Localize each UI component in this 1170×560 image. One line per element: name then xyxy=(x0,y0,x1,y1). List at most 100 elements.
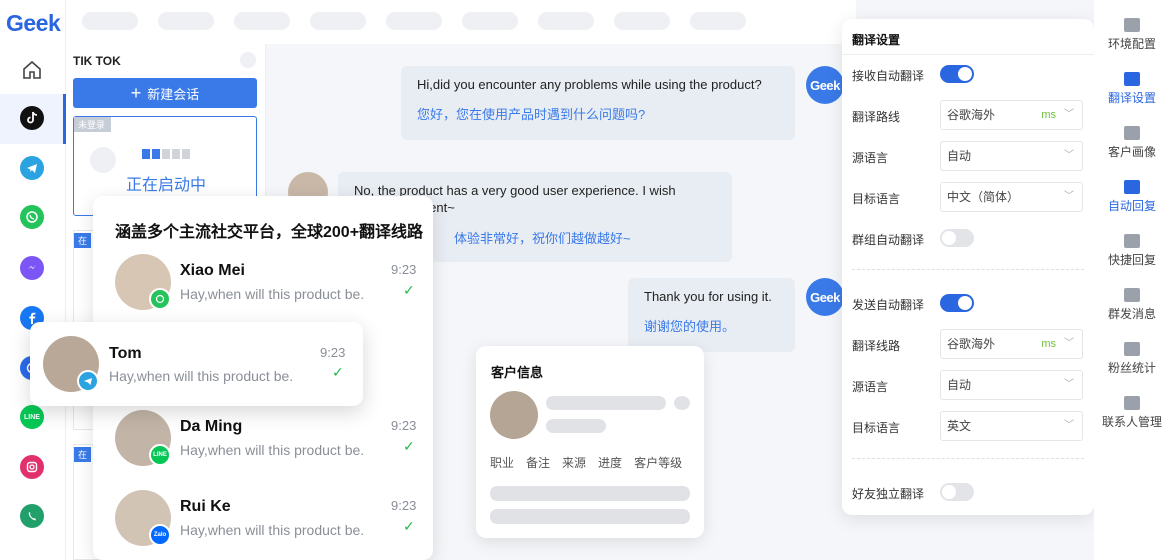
tgt2-value: 英文 xyxy=(947,419,972,433)
stats-icon xyxy=(1124,342,1140,356)
divider xyxy=(852,269,1084,270)
rail-translate-settings[interactable]: 翻译设置 xyxy=(1094,72,1170,106)
route2-select[interactable]: 谷歌海外 ms ﹀ xyxy=(940,329,1083,359)
telegram-icon[interactable] xyxy=(20,156,44,180)
instagram-icon[interactable] xyxy=(20,455,44,479)
rail-broadcast[interactable]: 群发消息 xyxy=(1094,288,1170,322)
online-tag: 在 xyxy=(74,233,92,248)
skeleton-line xyxy=(490,486,690,501)
customer-info-card: 客户信息 职业 备注 来源 进度 客户等级 xyxy=(476,346,704,538)
top-tab-placeholder[interactable] xyxy=(234,12,290,30)
contacts-icon xyxy=(1124,396,1140,410)
field-progress[interactable]: 进度 xyxy=(598,454,622,471)
route1-select[interactable]: 谷歌海外 ms ﹀ xyxy=(940,100,1083,130)
read-check-icon: ✓ xyxy=(403,282,415,298)
session-platform-title: TIK TOK xyxy=(73,54,121,68)
tgt1-select[interactable]: 中文（简体） ﹀ xyxy=(940,182,1083,212)
latency-ms: ms xyxy=(1041,109,1056,121)
tgt1-label: 目标语言 xyxy=(852,192,901,206)
top-tab-placeholder[interactable] xyxy=(386,12,442,30)
src2-select[interactable]: 自动 ﹀ xyxy=(940,370,1083,400)
contact-time: 9:23 xyxy=(391,498,417,513)
outgoing-message: Thank you for using it. 谢谢您的使用。 xyxy=(628,278,795,352)
route1-label: 翻译路线 xyxy=(852,110,901,124)
top-tab-placeholder[interactable] xyxy=(690,12,746,30)
contact-time: 9:23 xyxy=(320,345,346,360)
friend-indep-toggle[interactable] xyxy=(940,483,974,501)
line-icon[interactable]: LINE xyxy=(20,405,44,429)
whatsapp-icon[interactable] xyxy=(20,205,44,229)
contact-last-message: Hay,when will this product be. xyxy=(180,522,365,538)
field-occupation[interactable]: 职业 xyxy=(490,454,514,471)
chevron-down-icon: ﹀ xyxy=(1064,338,1074,349)
contact-last-message: Hay,when will this product be. xyxy=(109,368,294,384)
top-tab-placeholder[interactable] xyxy=(310,12,366,30)
profile-icon xyxy=(1124,126,1140,140)
highlighted-contact-card[interactable]: Tom Hay,when will this product be. 9:23 … xyxy=(30,322,363,406)
top-tab-placeholder[interactable] xyxy=(538,12,594,30)
chevron-down-icon: ﹀ xyxy=(1064,191,1074,202)
divider xyxy=(852,458,1084,459)
message-translation: 谢谢您的使用。 xyxy=(644,319,736,334)
online-tag: 在 xyxy=(74,447,92,462)
src1-label: 源语言 xyxy=(852,151,889,165)
contact-name: Xiao Mei xyxy=(180,262,245,279)
contacts-headline: 涵盖多个主流社交平台，全球200+翻译线路 xyxy=(115,224,424,241)
app-rail: Geek LINE xyxy=(0,0,66,560)
rail-fan-stats[interactable]: 粉丝统计 xyxy=(1094,342,1170,376)
plus-icon: + xyxy=(130,83,142,103)
route2-value: 谷歌海外 xyxy=(947,337,996,351)
read-check-icon: ✓ xyxy=(403,438,415,454)
group-auto-label: 群组自动翻译 xyxy=(852,233,925,247)
skeleton-dot xyxy=(674,396,690,410)
src1-value: 自动 xyxy=(947,149,972,163)
tgt2-select[interactable]: 英文 ﹀ xyxy=(940,411,1083,441)
message-translation: 您好，您在使用产品时遇到什么问题吗? xyxy=(417,107,646,122)
message-text: Thank you for using it. xyxy=(644,289,772,304)
settings-title: 翻译设置 xyxy=(852,33,901,47)
read-check-icon: ✓ xyxy=(332,364,344,380)
send-auto-toggle[interactable] xyxy=(940,294,974,312)
field-remark[interactable]: 备注 xyxy=(526,454,550,471)
group-auto-toggle[interactable] xyxy=(940,229,974,247)
starting-status-text: 正在启动中 xyxy=(126,177,207,194)
recv-auto-toggle[interactable] xyxy=(940,65,974,83)
home-icon[interactable] xyxy=(20,58,44,82)
contact-last-message: Hay,when will this product be. xyxy=(180,442,365,458)
contact-time: 9:23 xyxy=(391,262,417,277)
skeleton-line xyxy=(490,509,690,524)
top-tab-placeholder[interactable] xyxy=(82,12,138,30)
messenger-icon[interactable] xyxy=(20,256,44,280)
outgoing-message: Hi,did you encounter any problems while … xyxy=(401,66,795,140)
rail-auto-reply[interactable]: 自动回复 xyxy=(1094,180,1170,214)
session-settings-icon[interactable] xyxy=(240,52,256,68)
top-tab-placeholder[interactable] xyxy=(614,12,670,30)
loading-progress-icon xyxy=(142,149,190,159)
tiktok-icon[interactable] xyxy=(20,106,44,130)
tgt2-label: 目标语言 xyxy=(852,421,901,435)
contact-last-message: Hay,when will this product be. xyxy=(180,286,365,302)
rail-label: 群发消息 xyxy=(1107,307,1156,321)
new-chat-label: 新建会话 xyxy=(147,86,200,102)
rail-label: 联系人管理 xyxy=(1101,415,1162,429)
top-tab-placeholder[interactable] xyxy=(462,12,518,30)
viber-icon[interactable] xyxy=(20,504,44,528)
src1-select[interactable]: 自动 ﹀ xyxy=(940,141,1083,171)
field-level[interactable]: 客户等级 xyxy=(634,454,682,471)
contact-name: Da Ming xyxy=(180,418,243,435)
src2-value: 自动 xyxy=(947,378,972,392)
latency-ms: ms xyxy=(1041,338,1056,350)
top-tab-placeholder[interactable] xyxy=(158,12,214,30)
rail-quick-reply[interactable]: 快捷回复 xyxy=(1094,234,1170,268)
field-source[interactable]: 来源 xyxy=(562,454,586,471)
contact-name: Tom xyxy=(109,345,142,362)
new-chat-button[interactable]: + 新建会话 xyxy=(73,78,257,108)
rail-contacts-mgmt[interactable]: 联系人管理 xyxy=(1094,396,1170,430)
rail-env-config[interactable]: 环境配置 xyxy=(1094,18,1170,52)
message-text: Hi,did you encounter any problems while … xyxy=(417,77,762,92)
translate-icon xyxy=(1124,72,1140,86)
zalo-badge-icon: Zalo xyxy=(149,524,171,546)
env-config-icon xyxy=(1124,18,1140,32)
rail-label: 自动回复 xyxy=(1107,199,1156,213)
rail-customer-profile[interactable]: 客户画像 xyxy=(1094,126,1170,160)
